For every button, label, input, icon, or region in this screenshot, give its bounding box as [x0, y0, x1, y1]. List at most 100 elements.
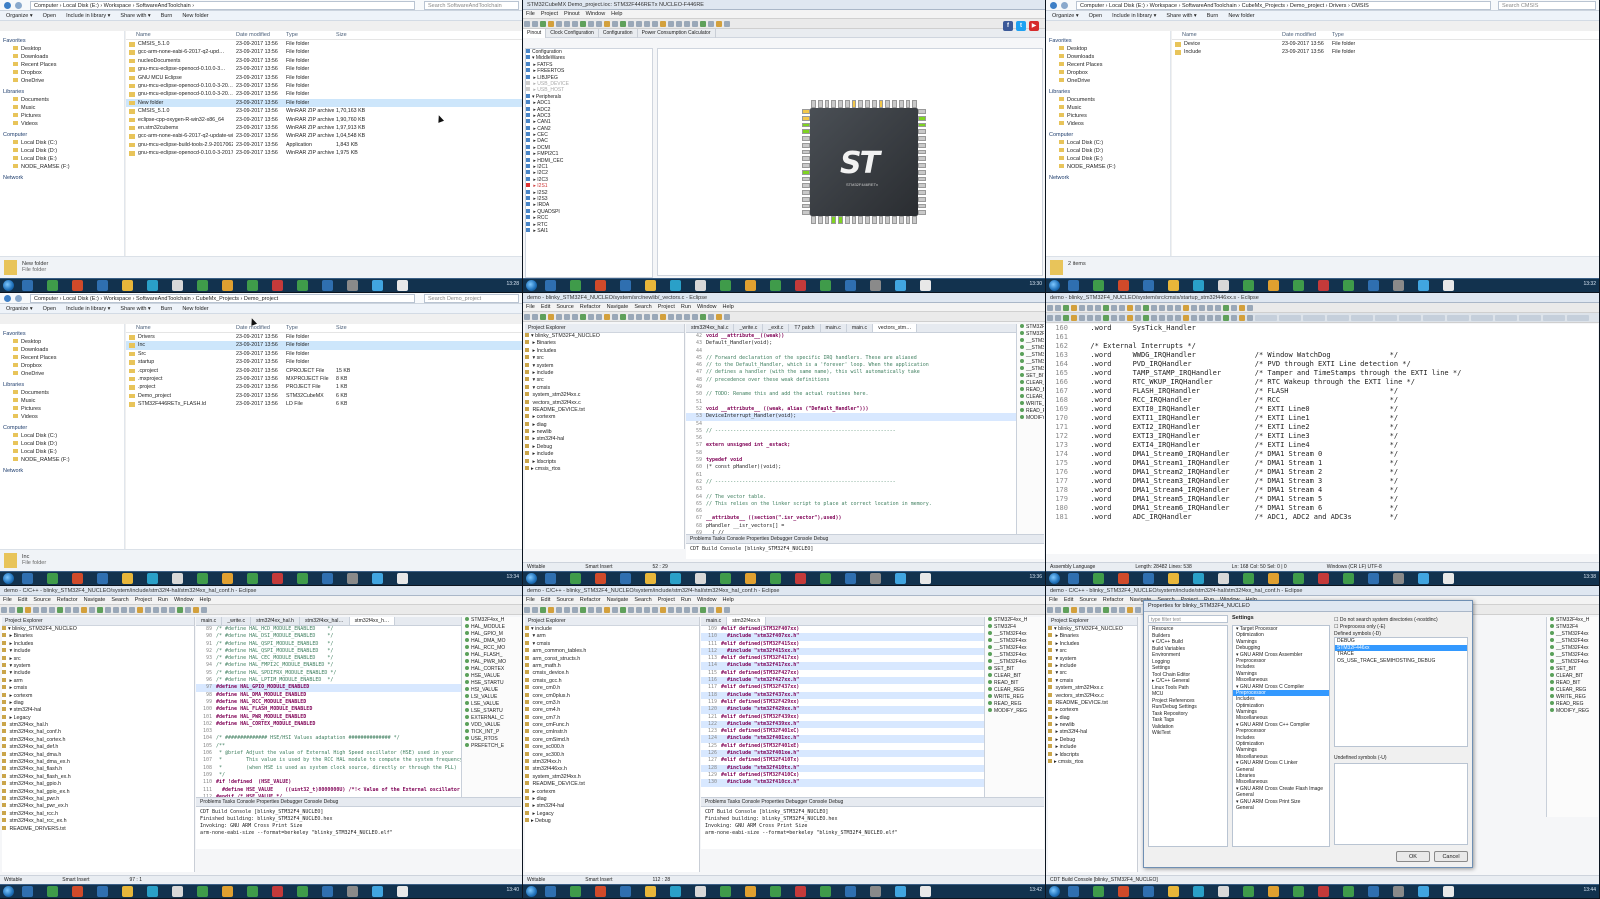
start-button-icon[interactable]: [3, 886, 14, 897]
outline-item[interactable]: LSI_VALUE: [462, 694, 521, 701]
taskbar-app-icon[interactable]: [1118, 573, 1129, 584]
toolbar-icon[interactable]: [1095, 315, 1101, 321]
toolbar-icon[interactable]: [708, 21, 714, 27]
toolbar-icon[interactable]: [532, 21, 538, 27]
taskbar-app-icon[interactable]: [570, 886, 581, 897]
nav-item[interactable]: Local Disk (E:): [3, 448, 121, 456]
undefined-symbols-list[interactable]: [1334, 763, 1468, 845]
tree-item[interactable]: ▸ stm32f4-hal: [525, 436, 684, 443]
file-row[interactable]: nucleoDocuments 23-09-2017 13:56 File fold…: [126, 57, 522, 65]
outline-item[interactable]: HSE_STARTU: [462, 680, 521, 687]
tree-item[interactable]: ▸ Binaries: [2, 633, 194, 640]
menu-item[interactable]: File: [526, 11, 535, 17]
taskbar-app-icon[interactable]: [197, 886, 208, 897]
address-bar[interactable]: Computer › Local Disk (E:) › Workspace ›…: [0, 0, 522, 11]
toolbar-icon[interactable]: [1079, 305, 1085, 311]
toolbar-icon[interactable]: [588, 21, 594, 27]
menu-item[interactable]: Refactor: [57, 597, 78, 603]
toolbar-icon[interactable]: [1127, 607, 1133, 613]
toolbar-icon[interactable]: [604, 21, 610, 27]
editor-tab[interactable]: [1495, 315, 1517, 321]
nav-item[interactable]: Pictures: [3, 112, 121, 120]
search-input[interactable]: Search Demo_project: [424, 294, 519, 303]
tree-item[interactable]: stm32f4xx_hal_cortex.h: [2, 736, 194, 744]
menu-item[interactable]: Project: [541, 11, 558, 17]
toolbar-icon[interactable]: [1239, 305, 1245, 311]
menu-item[interactable]: Help: [723, 597, 734, 603]
toolbar-icon[interactable]: [652, 314, 658, 320]
toolbar-icon[interactable]: [1111, 315, 1117, 321]
tree-item[interactable]: core_cmInstr.h: [525, 729, 699, 736]
toolbar-icon[interactable]: [1047, 607, 1053, 613]
taskbar-app-icon[interactable]: [97, 573, 108, 584]
file-row[interactable]: Drivers 23-09-2017 13:56 File folder: [126, 333, 522, 341]
menu-item[interactable]: Source: [556, 597, 573, 603]
nav-item[interactable]: Videos: [3, 120, 121, 128]
outline-item[interactable]: __STM32F4xx: [985, 645, 1044, 652]
tree-item[interactable]: stm32f4xx_hal_gpio_ex.h: [2, 788, 194, 796]
nav-item[interactable]: Local Disk (D:): [1049, 147, 1167, 155]
taskbar-app-icon[interactable]: [1393, 886, 1404, 897]
taskbar-app-icon[interactable]: [347, 886, 358, 897]
back-button[interactable]: [4, 295, 11, 302]
toolbar-icon[interactable]: [9, 607, 15, 613]
tree-item[interactable]: ▸ newlib: [525, 429, 684, 436]
console-tabs[interactable]: Problems Tasks Console Properties Debugg…: [196, 798, 521, 807]
toolbar-icon[interactable]: [636, 314, 642, 320]
menu-item[interactable]: Project: [658, 597, 675, 603]
tree-item[interactable]: ▸ Legacy: [525, 810, 699, 818]
defined-symbols-list[interactable]: DEBUG STM32F446xx TRACE OS_USE_TRACE_SEMIHO…: [1334, 637, 1468, 747]
tree-item[interactable]: ▸ cmsis_rtos: [525, 466, 684, 473]
toolbar-icon[interactable]: [1199, 305, 1205, 311]
taskbar-app-icon[interactable]: [397, 886, 408, 897]
toolbar-icon[interactable]: [1087, 305, 1093, 311]
taskbar-app-icon[interactable]: [1293, 886, 1304, 897]
toolbar-icon[interactable]: [1191, 315, 1197, 321]
toolbar-icon[interactable]: [113, 607, 119, 613]
tree-item[interactable]: ▸ Includes: [525, 347, 684, 355]
nav-item[interactable]: Documents: [3, 389, 121, 397]
toolbar-icon[interactable]: [644, 607, 650, 613]
tree-item[interactable]: ▾ blinky_STM32F4_NUCLEO: [525, 333, 684, 340]
toolbar-icon[interactable]: [33, 607, 39, 613]
file-row[interactable]: Device 23-09-2017 13:56 File folder: [1172, 40, 1599, 48]
editor-tab[interactable]: [1303, 315, 1325, 321]
file-row[interactable]: Demo_project 23-09-2017 13:56 STM32CubeMX 6…: [126, 392, 522, 400]
command-button[interactable]: Include in library ▾: [1112, 13, 1156, 19]
editor-tab[interactable]: main.c: [847, 324, 874, 332]
tree-item[interactable]: stm32f4xx_hal_dma.h: [2, 751, 194, 759]
tree-item[interactable]: ▸ Includes: [2, 640, 194, 648]
taskbar-app-icon[interactable]: [172, 886, 183, 897]
tree-item[interactable]: ▸ cmsis: [2, 685, 194, 692]
taskbar-app-icon[interactable]: [545, 573, 556, 584]
nav-item[interactable]: Music: [3, 397, 121, 405]
toolbar-icon[interactable]: [660, 314, 666, 320]
toolbar-icon[interactable]: [668, 314, 674, 320]
outline-item[interactable]: __STM32F4xx: [1017, 359, 1044, 366]
menu-item[interactable]: Window: [174, 597, 194, 603]
forward-button[interactable]: [15, 295, 22, 302]
column-size[interactable]: Size: [336, 324, 347, 333]
taskbar-app-icon[interactable]: [122, 573, 133, 584]
tree-item[interactable]: arm_math.h: [525, 662, 699, 670]
tree-item[interactable]: ▾ cmsis: [1048, 677, 1137, 685]
tree-item[interactable]: ▾ cmsis: [525, 640, 699, 648]
tree-item[interactable]: ▾ include: [2, 670, 194, 677]
column-name[interactable]: Name: [1182, 31, 1197, 40]
taskbar-app-icon[interactable]: [595, 280, 606, 291]
tree-item[interactable]: ▸ diag: [1048, 714, 1137, 722]
editor-tab[interactable]: [1423, 315, 1445, 321]
toolbar-icon[interactable]: [1231, 305, 1237, 311]
taskbar-app-icon[interactable]: [347, 280, 358, 291]
tree-item[interactable]: ▸ diag: [525, 421, 684, 429]
taskbar-app-icon[interactable]: [1343, 280, 1354, 291]
taskbar-app-icon[interactable]: [1443, 573, 1454, 584]
nav-item[interactable]: Dropbox: [3, 69, 121, 77]
tree-item[interactable]: ▾ src: [525, 377, 684, 384]
toolbar-icon[interactable]: [668, 607, 674, 613]
tree-item[interactable]: ▸ include: [525, 451, 684, 458]
tree-item[interactable]: stm32f4xx_hal.h: [2, 722, 194, 729]
taskbar-app-icon[interactable]: [347, 573, 358, 584]
taskbar-app-icon[interactable]: [1393, 280, 1404, 291]
file-row[interactable]: startup 23-09-2017 13:56 File folder: [126, 358, 522, 366]
